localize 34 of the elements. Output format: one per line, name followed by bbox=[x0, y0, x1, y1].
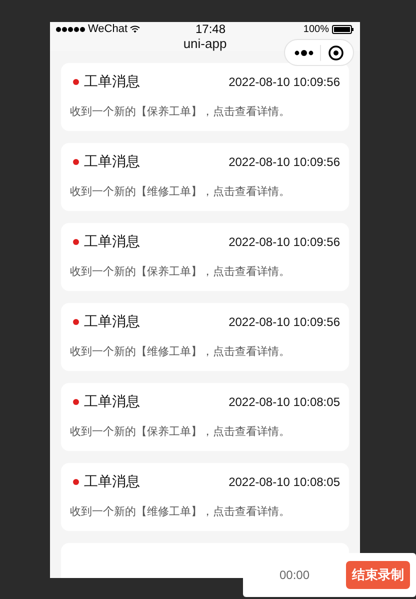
message-title: 工单消息 bbox=[84, 153, 140, 171]
message-time: 2022-08-10 10:08:05 bbox=[228, 395, 340, 409]
message-title: 工单消息 bbox=[84, 393, 140, 411]
message-card[interactable]: 工单消息 2022-08-10 10:09:56 收到一个新的【保养工单】，点击查看详情。 bbox=[61, 223, 349, 291]
message-card[interactable]: 工单消息 2022-08-10 10:08:05 收到一个新的【维修工单】，点击查看详情。 bbox=[61, 463, 349, 531]
carrier-label: WeChat bbox=[88, 23, 128, 35]
message-text: 收到一个新的【保养工单】，点击查看详情。 bbox=[70, 264, 291, 279]
clock-time: 17:48 bbox=[194, 22, 226, 36]
message-time: 2022-08-10 10:09:56 bbox=[228, 75, 340, 89]
message-title: 工单消息 bbox=[84, 233, 140, 251]
message-title: 工单消息 bbox=[84, 473, 140, 491]
message-time: 2022-08-10 10:09:56 bbox=[228, 235, 340, 249]
message-text: 收到一个新的【维修工单】，点击查看详情。 bbox=[70, 504, 291, 519]
message-text: 收到一个新的【保养工单】，点击查看详情。 bbox=[70, 104, 291, 119]
message-card[interactable]: 工单消息 2022-08-10 10:08:05 收到一个新的【保养工单】，点击查看详情。 bbox=[61, 383, 349, 451]
wifi-icon bbox=[130, 25, 140, 33]
message-text: 收到一个新的【维修工单】，点击查看详情。 bbox=[70, 344, 291, 359]
recording-timer: 00:00 bbox=[278, 568, 311, 582]
battery-percent: 100% bbox=[303, 24, 329, 34]
message-text: 收到一个新的【保养工单】，点击查看详情。 bbox=[70, 424, 291, 439]
message-text: 收到一个新的【维修工单】，点击查看详情。 bbox=[70, 184, 291, 199]
message-card[interactable]: 工单消息 2022-08-10 10:09:56 收到一个新的【维修工单】，点击查看详情。 bbox=[61, 143, 349, 211]
message-time: 2022-08-10 10:08:05 bbox=[228, 475, 340, 489]
page-title: uni-app bbox=[183, 36, 227, 51]
message-card[interactable]: 工单消息 2022-08-10 10:09:56 收到一个新的【维修工单】，点击查看详情。 bbox=[61, 303, 349, 371]
message-title: 工单消息 bbox=[84, 73, 140, 91]
message-time: 2022-08-10 10:09:56 bbox=[228, 315, 340, 329]
more-icon[interactable] bbox=[294, 50, 314, 56]
message-title: 工单消息 bbox=[84, 313, 140, 331]
close-icon[interactable] bbox=[328, 44, 344, 60]
message-card[interactable]: 工单消息 2022-08-10 10:09:56 收到一个新的【保养工单】，点击查看详情。 bbox=[61, 63, 349, 131]
signal-icon bbox=[56, 26, 85, 32]
battery-icon bbox=[332, 24, 354, 34]
message-time: 2022-08-10 10:09:56 bbox=[228, 155, 340, 169]
